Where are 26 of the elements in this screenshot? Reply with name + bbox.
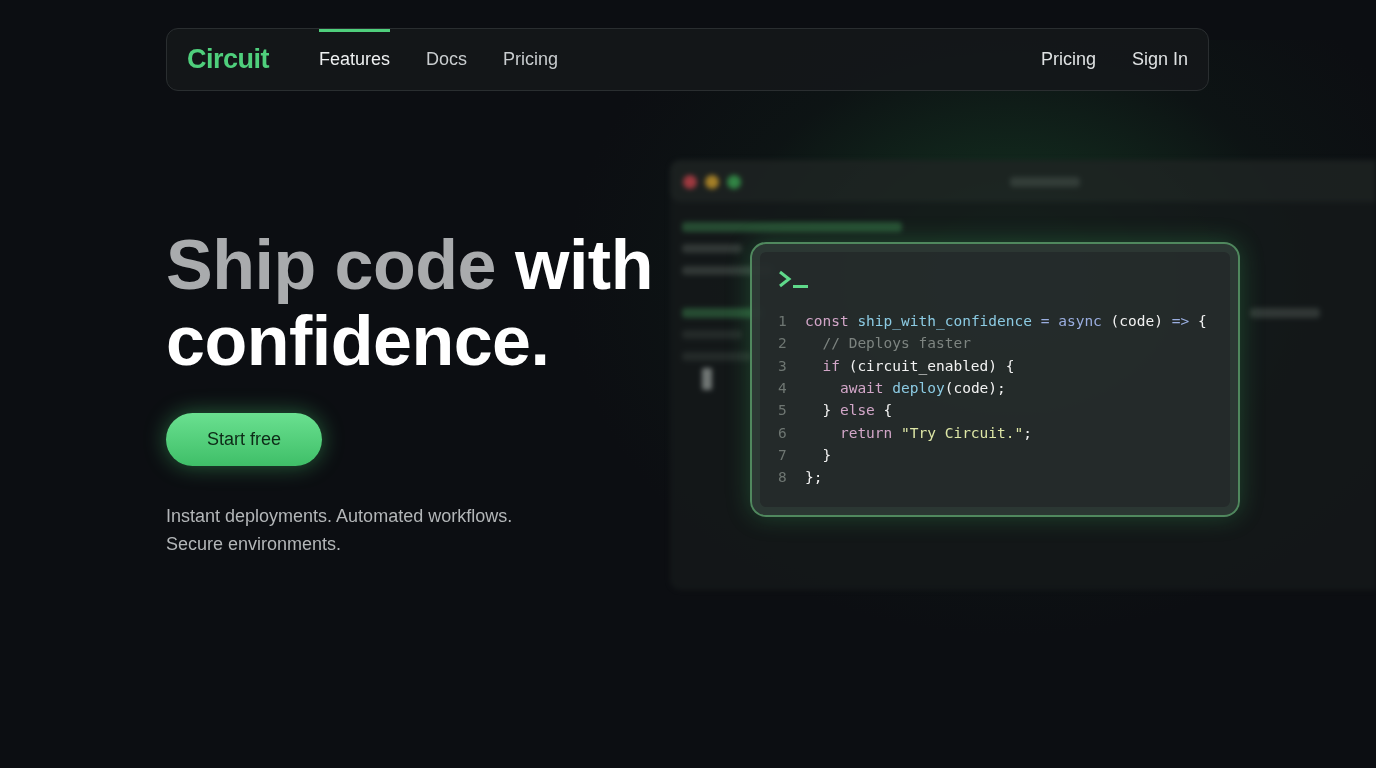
code-line: if (circuit_enabled) { [821,357,1015,374]
start-free-button[interactable]: Start free [166,413,322,466]
code-line: const ship_with_confidence = async (code) => { [805,313,1207,330]
nav-link[interactable]: Pricing [1040,49,1096,70]
line-number: 5 [778,402,788,419]
line-number: 6 [778,424,788,441]
nav-link[interactable]: Features [319,29,391,90]
terminal-prompt-icon [778,268,810,290]
logo[interactable]: Circuit [187,44,269,75]
line-number: 7 [778,446,788,463]
line-number: 3 [778,357,788,374]
nav-link[interactable]: Sign In [1131,49,1188,70]
line-number: 8 [778,469,788,486]
code-line: } else { [821,402,893,419]
code-line: return "Try Circuit."; [838,424,1032,441]
code-line: await deploy(code); [838,380,1006,397]
nav-link[interactable]: Pricing [503,29,559,90]
nav-link[interactable]: Docs [426,29,468,90]
headline: Ship code with confidence. [166,227,654,379]
line-number: 4 [778,380,788,397]
code-line: }; [805,469,823,486]
hero-description: Instant deployments. Automated workflows. Secure environments. [166,505,514,556]
code-line: } [821,446,832,463]
code-line: // Deploys faster [821,335,971,352]
line-number: 2 [778,335,788,352]
line-number: 1 [778,313,788,330]
